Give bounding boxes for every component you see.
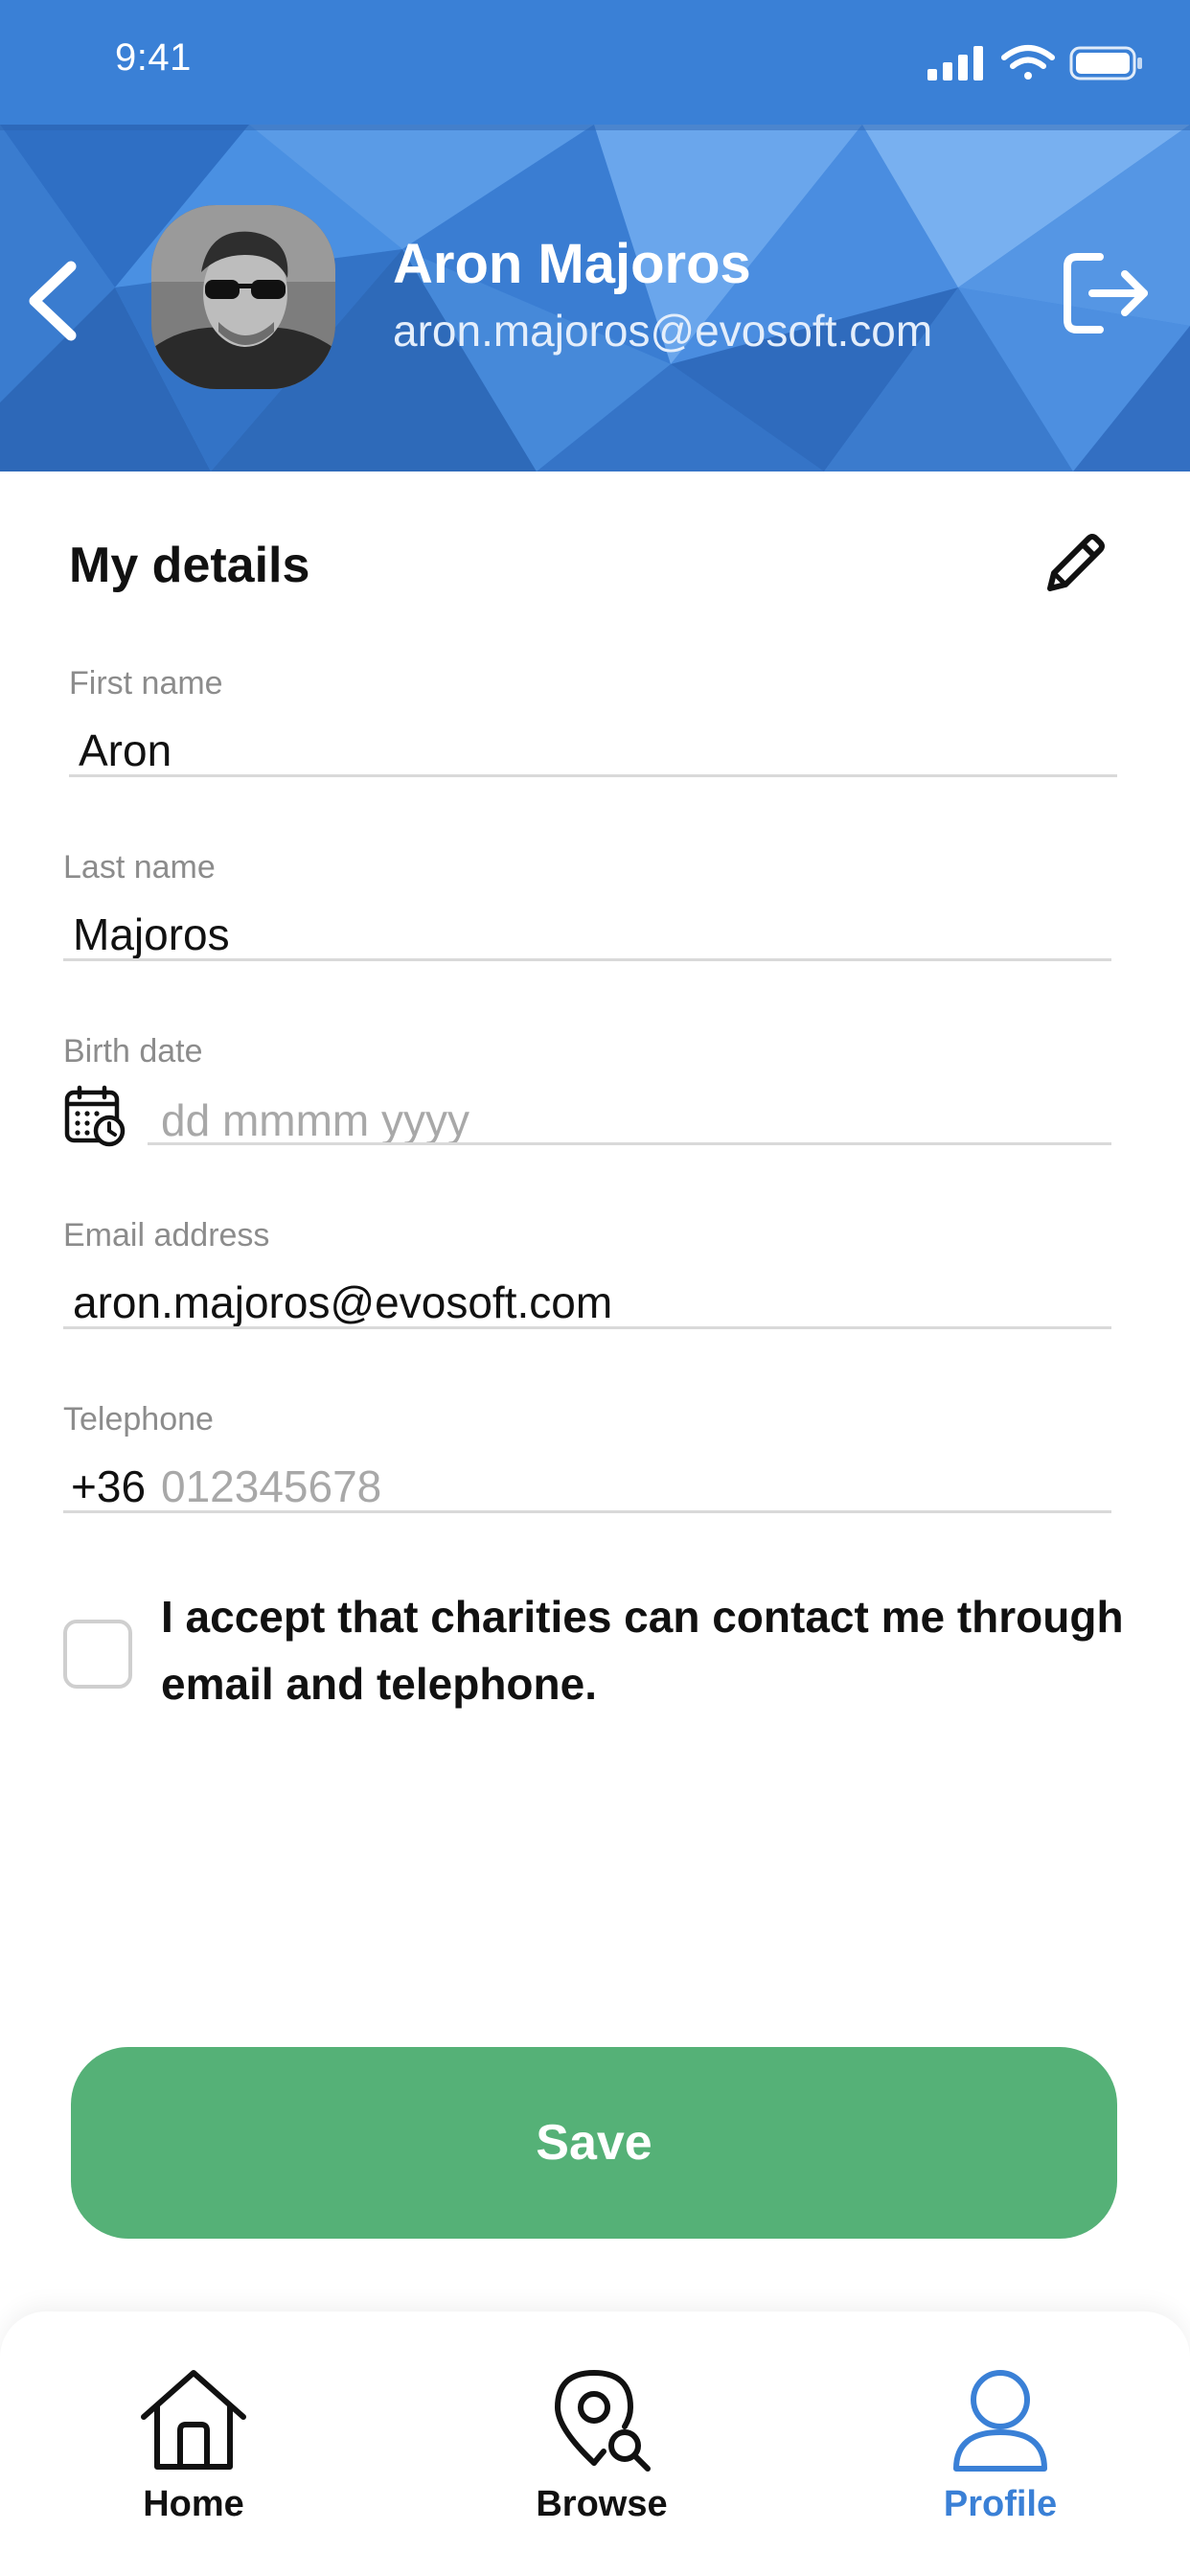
tab-bar: Home Browse Profile — [0, 2312, 1190, 2576]
avatar — [151, 205, 335, 389]
edit-button[interactable] — [1037, 525, 1113, 602]
last-name-label: Last name — [63, 849, 216, 886]
back-button[interactable] — [21, 257, 88, 343]
status-bar: 9:41 — [0, 0, 1190, 125]
section-title: My details — [69, 538, 310, 593]
email-label: Email address — [63, 1217, 270, 1254]
first-name-label: First name — [69, 665, 223, 702]
email-underline — [63, 1326, 1111, 1329]
email-field[interactable]: aron.majoros@evosoft.com — [73, 1276, 612, 1328]
last-name-underline — [63, 958, 1111, 961]
tab-home-label: Home — [143, 2484, 244, 2524]
logout-button[interactable] — [1058, 245, 1154, 341]
person-icon — [953, 2370, 1047, 2472]
telephone-underline — [63, 1510, 1111, 1513]
first-name-field[interactable]: Aron — [79, 724, 172, 776]
consent-checkbox[interactable] — [63, 1620, 132, 1689]
logout-icon — [1064, 253, 1148, 334]
cellular-signal-icon — [927, 46, 983, 80]
birth-date-underline — [148, 1142, 1111, 1145]
telephone-field[interactable]: 012345678 — [161, 1460, 381, 1512]
map-search-icon — [554, 2369, 651, 2472]
chevron-left-icon — [29, 261, 77, 341]
first-name-underline — [69, 774, 1117, 777]
profile-name: Aron Majoros — [393, 233, 751, 295]
status-time: 9:41 — [115, 36, 192, 79]
home-icon — [141, 2370, 246, 2470]
calendar-icon[interactable] — [63, 1085, 126, 1148]
avatar-photo — [151, 205, 335, 389]
tab-profile-label: Profile — [943, 2484, 1058, 2524]
tab-browse[interactable]: Browse — [477, 2312, 726, 2576]
tab-home[interactable]: Home — [69, 2312, 318, 2576]
save-button[interactable]: Save — [71, 2047, 1117, 2239]
consent-text: I accept that charities can contact me t… — [161, 1592, 1124, 1709]
wifi-icon — [1001, 45, 1055, 80]
battery-icon — [1069, 46, 1142, 80]
birth-date-label: Birth date — [63, 1033, 203, 1070]
last-name-field[interactable]: Majoros — [73, 908, 230, 960]
telephone-prefix: +36 — [71, 1461, 147, 1511]
birth-date-field[interactable]: dd mmmm yyyy — [161, 1094, 469, 1146]
tab-profile[interactable]: Profile — [876, 2312, 1125, 2576]
profile-email: aron.majoros@evosoft.com — [393, 306, 933, 356]
telephone-label: Telephone — [63, 1401, 214, 1438]
pencil-icon — [1047, 534, 1105, 591]
profile-header: 9:41 Aron Majoros aron.majoros@evosoft.c… — [0, 0, 1190, 472]
status-icons — [927, 45, 1142, 80]
tab-browse-label: Browse — [536, 2484, 668, 2524]
